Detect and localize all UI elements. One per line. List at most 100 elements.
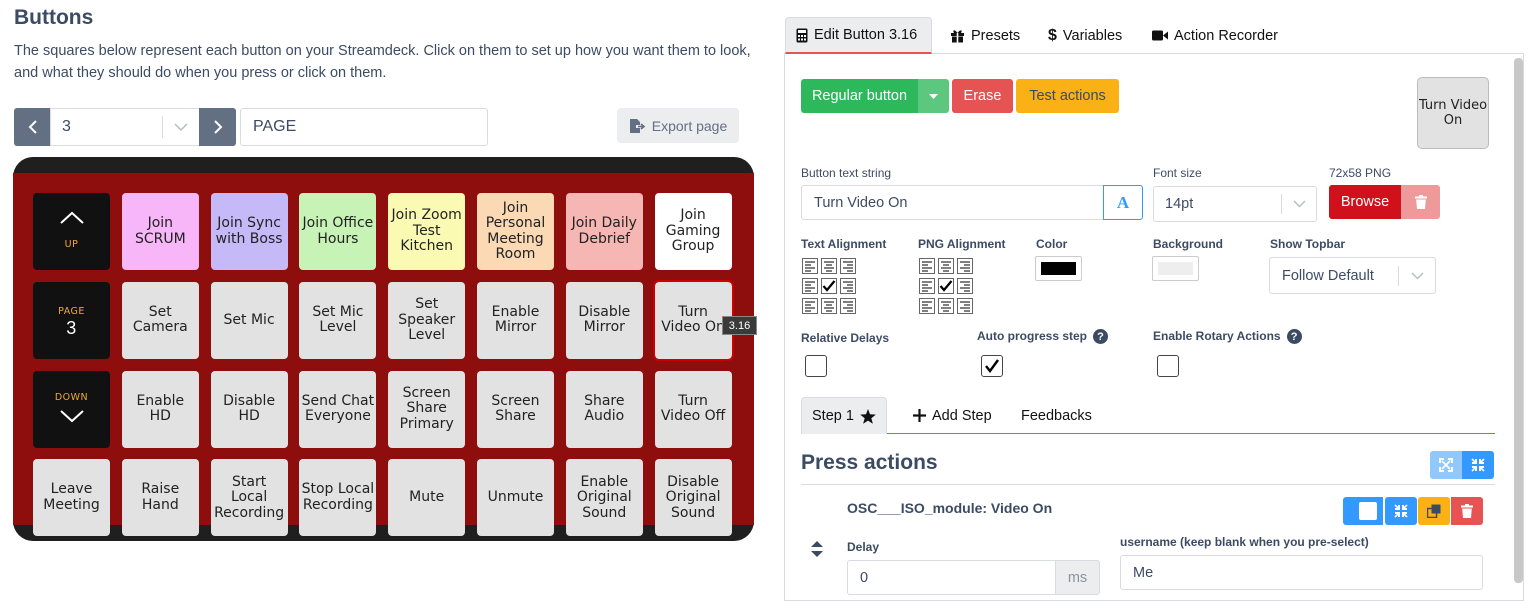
button-type-select[interactable]: Regular button [801,79,918,113]
key-label: Set Mic Level [312,303,364,336]
button-type-dropdown[interactable] [918,79,949,113]
erase-button[interactable]: Erase [952,79,1013,113]
delay-input[interactable]: 0 [847,560,1056,595]
font-picker-icon[interactable]: A [1103,185,1143,220]
streamdeck-key[interactable]: Leave Meeting [33,459,110,537]
text-align-option-icon[interactable] [821,298,837,314]
png-align-option-icon[interactable] [919,258,935,274]
streamdeck-key[interactable]: Set Mic Level [299,281,377,359]
streamdeck-key[interactable]: Disable Original Sound [654,459,732,537]
key-label: Mute [409,489,445,506]
collapse-action-button[interactable] [1385,497,1417,525]
username-input[interactable]: Me [1120,555,1483,590]
png-align-option-icon[interactable] [957,258,973,274]
png-align-center-selected[interactable] [938,278,954,294]
next-page-button[interactable] [199,108,236,146]
text-align-option-icon[interactable] [802,258,818,274]
text-align-option-icon[interactable] [840,298,856,314]
page-select[interactable]: 3 [50,108,199,146]
streamdeck-key[interactable]: Join Zoom Test Kitchen [388,193,466,270]
png-align-option-icon[interactable] [957,278,973,294]
tab-action-recorder-label: Action Recorder [1174,27,1278,44]
test-actions-button[interactable]: Test actions [1016,79,1119,113]
streamdeck-key[interactable]: Screen Share Primary [388,370,466,448]
tab-edit-button[interactable]: Edit Button 3.16 [785,17,932,54]
export-page-label: Export page [651,117,728,134]
streamdeck-key[interactable]: Join Sync with Boss [210,193,288,270]
streamdeck-key[interactable]: Screen Share [476,370,554,448]
drag-handle-icon[interactable] [811,541,823,562]
step-1-label: Step 1 [812,408,854,424]
streamdeck-key[interactable]: Unmute [476,459,554,537]
streamdeck-key[interactable]: Set Mic [210,281,288,359]
streamdeck-key[interactable]: Enable Original Sound [565,459,643,537]
streamdeck-key[interactable]: Turn Video Off [654,370,732,448]
streamdeck-key[interactable]: Start Local Recording [210,459,288,537]
streamdeck-key[interactable]: Enable Mirror [476,281,554,359]
background-color-swatch[interactable] [1152,256,1199,281]
png-align-option-icon[interactable] [919,278,935,294]
streamdeck-key[interactable]: Join Daily Debrief [565,193,643,270]
page-name-input[interactable] [240,108,488,146]
key-up-nav[interactable]: UP [33,193,110,270]
tab-feedbacks[interactable]: Feedbacks [1011,397,1102,434]
text-align-option-icon[interactable] [821,258,837,274]
tab-step-1[interactable]: Step 1 [801,397,887,434]
streamdeck-key[interactable]: Mute [388,459,466,537]
browse-button[interactable]: Browse [1329,185,1401,219]
tab-action-recorder[interactable]: Action Recorder [1142,17,1288,54]
text-align-center-selected[interactable] [821,278,837,294]
streamdeck-key[interactable]: Enable HD [121,370,199,448]
text-align-option-icon[interactable] [802,298,818,314]
editor-scrollbar[interactable] [1514,58,1523,583]
key-page-nav[interactable]: PAGE 3 [33,281,110,359]
streamdeck-key[interactable]: Share Audio [565,370,643,448]
streamdeck-key[interactable]: Join Office Hours [299,193,377,270]
rotary-checkbox[interactable] [1157,355,1179,377]
key-down-nav[interactable]: DOWN [33,370,110,448]
png-align-option-icon[interactable] [957,298,973,314]
auto-progress-checkbox[interactable] [981,355,1003,377]
png-align-option-icon[interactable] [938,298,954,314]
calculator-icon [796,28,808,42]
text-align-option-icon[interactable] [840,278,856,294]
text-align-option-icon[interactable] [802,278,818,294]
key-nav-label: UP [64,238,79,250]
font-size-select[interactable]: 14pt [1153,186,1317,222]
show-topbar-select[interactable]: Follow Default [1269,257,1436,294]
streamdeck-key[interactable]: Disable Mirror [565,281,643,359]
streamdeck-key[interactable]: Join Gaming Group [654,193,732,270]
chevron-down-icon [1399,271,1435,280]
add-step-button[interactable]: Add Step [903,397,1002,434]
button-text-input[interactable]: Turn Video On [801,185,1104,220]
enable-action-toggle[interactable] [1343,497,1383,525]
streamdeck-key[interactable]: Join Personal Meeting Room [476,193,554,270]
tab-presets[interactable]: Presets [940,17,1030,54]
streamdeck-key[interactable]: Set Camera [121,281,199,359]
expand-icon [1439,458,1453,472]
streamdeck-key[interactable]: Set Speaker Level [388,281,466,359]
delay-label: Delay [847,540,880,554]
streamdeck-key[interactable]: Disable HD [210,370,288,448]
previous-page-button[interactable] [14,108,51,146]
export-page-button[interactable]: Export page [617,108,739,143]
duplicate-action-button[interactable] [1418,497,1450,525]
expand-all-button[interactable] [1430,451,1462,479]
delete-action-button[interactable] [1451,497,1483,525]
streamdeck-key[interactable]: Turn Video On [652,279,734,361]
help-icon[interactable]: ? [1286,329,1302,345]
relative-delays-checkbox[interactable] [805,355,827,377]
tab-variables[interactable]: $ Variables [1038,17,1132,54]
streamdeck-key[interactable]: Raise Hand [121,459,199,537]
streamdeck-key[interactable]: Send Chat Everyone [299,370,377,448]
png-align-option-icon[interactable] [938,258,954,274]
delete-png-button[interactable] [1401,185,1440,219]
text-color-swatch[interactable] [1035,256,1082,281]
text-align-option-icon[interactable] [840,258,856,274]
help-icon[interactable]: ? [1093,329,1109,345]
trash-icon [1414,195,1427,209]
png-align-option-icon[interactable] [919,298,935,314]
streamdeck-key[interactable]: Join SCRUM [121,193,199,270]
collapse-all-button[interactable] [1462,451,1494,479]
streamdeck-key[interactable]: Stop Local Recording [299,459,377,537]
